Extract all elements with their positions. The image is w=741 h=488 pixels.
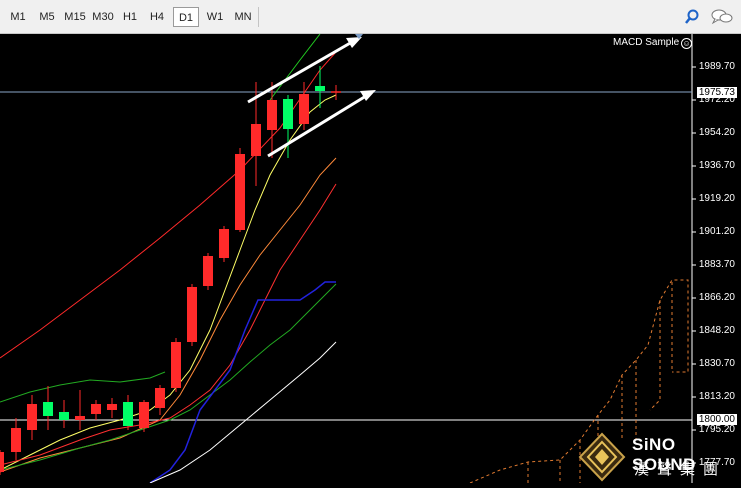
timeframe-m15[interactable]: M15 — [61, 7, 89, 27]
candle — [203, 256, 213, 286]
candle — [59, 412, 69, 420]
price-tick: 1936.70 — [698, 160, 735, 171]
timeframe-toolbar: M1 M5 M15 M30 H1 H4 D1 W1 MN — [0, 0, 741, 34]
candle — [283, 99, 293, 129]
price-tick: 1813.20 — [698, 391, 735, 402]
candle — [123, 402, 133, 426]
candle — [91, 404, 101, 414]
timeframe-mn[interactable]: MN — [230, 7, 256, 27]
candle — [267, 100, 277, 130]
current-price-tag: 1975.73 — [696, 87, 737, 98]
candle — [171, 342, 181, 388]
timeframe-d1[interactable]: D1 — [173, 7, 199, 27]
price-tick: 1848.20 — [698, 325, 735, 336]
candle — [315, 86, 325, 91]
watermark-cn: 漢聲集團 — [634, 461, 727, 478]
price-tick: 1883.70 — [698, 259, 735, 270]
candle — [43, 402, 53, 416]
candle — [27, 404, 37, 430]
level-price-tag: 1800.00 — [696, 414, 737, 425]
price-tick: 1954.20 — [698, 127, 735, 138]
candle — [155, 388, 165, 408]
candle — [235, 154, 245, 230]
candle — [11, 428, 21, 452]
timeframe-m5[interactable]: M5 — [33, 7, 61, 27]
price-chart[interactable] — [0, 34, 741, 483]
timeframe-h1[interactable]: H1 — [117, 7, 143, 27]
candle — [139, 402, 149, 428]
candle — [75, 416, 85, 420]
toolbar-separator — [258, 7, 259, 27]
timeframe-h4[interactable]: H4 — [144, 7, 170, 27]
timeframe-m1[interactable]: M1 — [4, 7, 32, 27]
watermark: SiNO SOUND 漢聲集團 — [576, 432, 741, 483]
smiley-icon[interactable]: ☺ — [681, 38, 693, 49]
candle — [187, 287, 197, 342]
sino-sound-logo — [578, 432, 626, 482]
candle — [219, 229, 229, 258]
candle — [107, 404, 117, 410]
candle — [251, 124, 261, 156]
price-tick: 1919.20 — [698, 193, 735, 204]
price-tick: 1830.70 — [698, 358, 735, 369]
price-tick: 1866.20 — [698, 292, 735, 303]
search-icon[interactable] — [680, 6, 704, 28]
indicator-label: MACD Sample ☺ — [613, 37, 693, 49]
chat-icon[interactable] — [710, 6, 734, 28]
candle — [299, 94, 309, 124]
timeframe-m30[interactable]: M30 — [89, 7, 117, 27]
indicator-name: MACD Sample — [613, 37, 680, 48]
price-tick: 1989.70 — [698, 61, 735, 72]
price-tick: 1901.20 — [698, 226, 735, 237]
timeframe-w1[interactable]: W1 — [201, 7, 229, 27]
candle — [0, 452, 4, 472]
